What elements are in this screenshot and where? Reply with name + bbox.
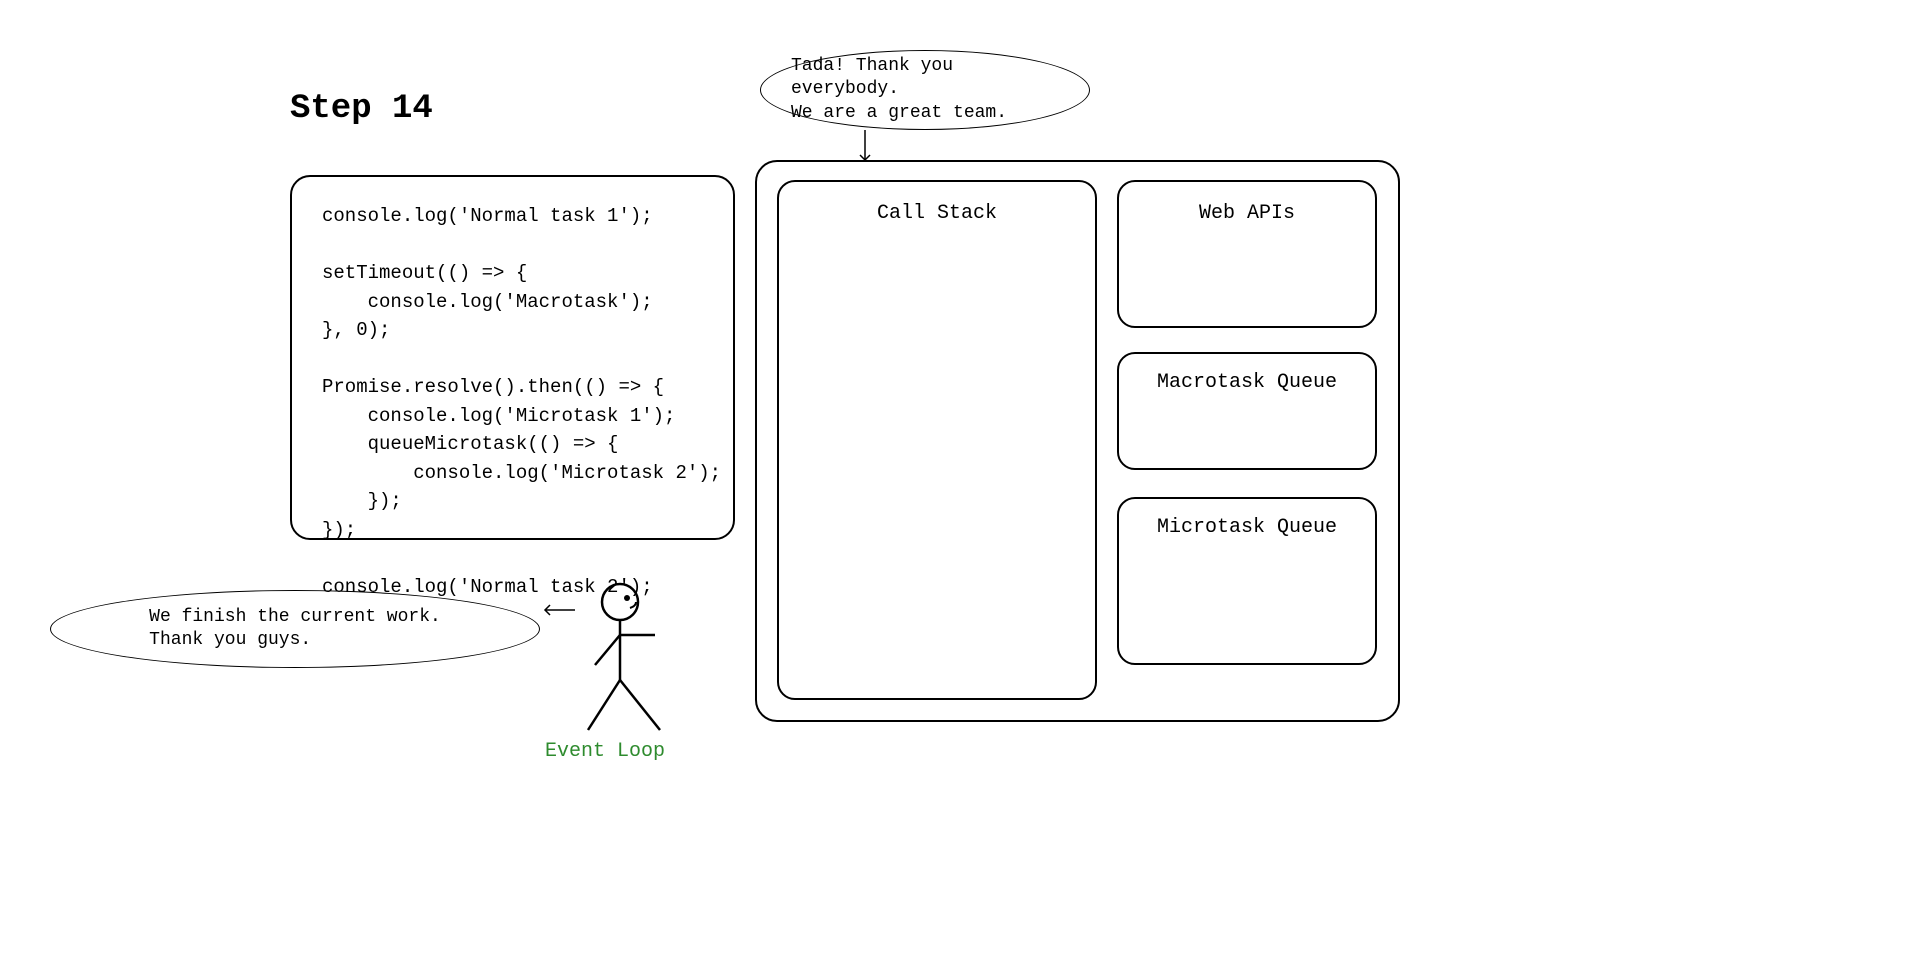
microtask-queue-label: Microtask Queue xyxy=(1157,516,1337,539)
speech-bubble-top: Tada! Thank you everybody. We are a grea… xyxy=(760,50,1090,130)
figure-label: Event Loop xyxy=(545,740,665,763)
speech-bubble-top-text: Tada! Thank you everybody. We are a grea… xyxy=(791,55,1059,125)
web-apis-box: Web APIs xyxy=(1117,180,1377,328)
macrotask-queue-box: Macrotask Queue xyxy=(1117,352,1377,470)
speech-bubble-left: We finish the current work. Thank you gu… xyxy=(50,590,540,668)
call-stack-box: Call Stack xyxy=(777,180,1097,700)
stick-figure-icon xyxy=(570,580,690,740)
microtask-queue-box: Microtask Queue xyxy=(1117,497,1377,665)
step-title: Step 14 xyxy=(290,90,433,128)
runtime-container: Call Stack Web APIs Macrotask Queue Micr… xyxy=(755,160,1400,722)
web-apis-label: Web APIs xyxy=(1199,202,1295,225)
speech-bubble-left-text: We finish the current work. Thank you gu… xyxy=(149,606,441,653)
macrotask-queue-label: Macrotask Queue xyxy=(1157,371,1337,394)
code-block: console.log('Normal task 1'); setTimeout… xyxy=(290,175,735,540)
call-stack-label: Call Stack xyxy=(877,202,997,225)
